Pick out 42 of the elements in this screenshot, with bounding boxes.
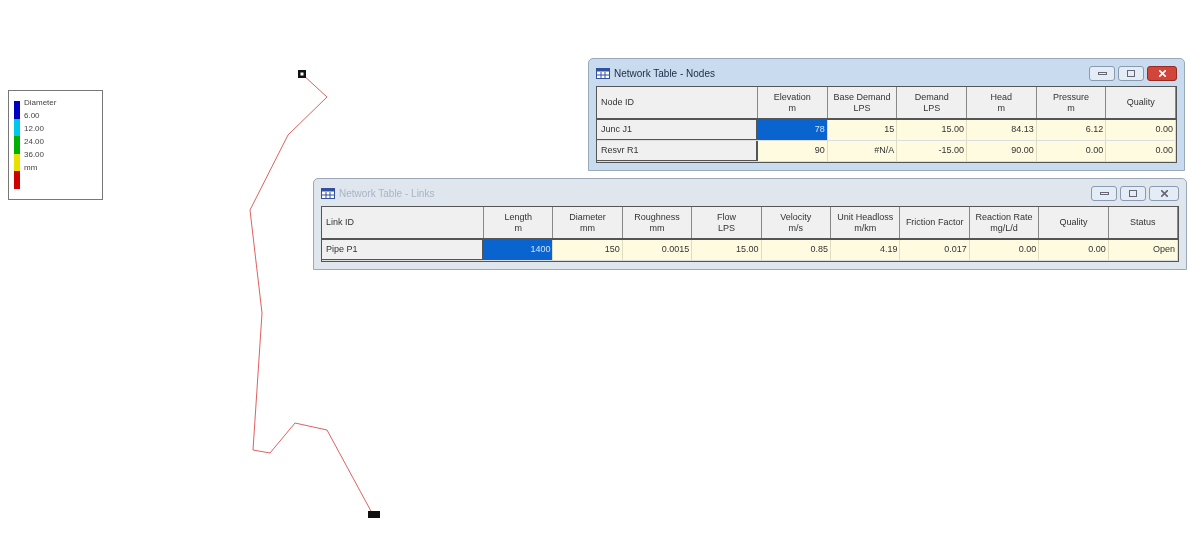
- minimize-button[interactable]: [1091, 185, 1117, 201]
- column-header[interactable]: Link ID: [322, 207, 484, 238]
- column-header[interactable]: Quality: [1039, 207, 1109, 238]
- row-header[interactable]: Pipe P1: [322, 240, 484, 260]
- reservoir-node: [368, 511, 380, 518]
- column-header[interactable]: Base Demand LPS: [827, 87, 898, 118]
- table-icon: [321, 187, 335, 199]
- row-header[interactable]: Junc J1: [597, 120, 758, 140]
- legend-label: 6.00: [24, 110, 41, 122]
- close-button[interactable]: [1149, 185, 1179, 201]
- table-icon: [596, 67, 610, 79]
- maximize-button[interactable]: [1118, 65, 1144, 81]
- minimize-button[interactable]: [1089, 65, 1115, 81]
- table-cell: 78: [758, 120, 828, 140]
- column-header[interactable]: Diameter mm: [553, 207, 623, 238]
- close-icon: [1160, 189, 1168, 197]
- column-header[interactable]: Pressure m: [1036, 87, 1107, 118]
- legend-label: 24.00: [24, 136, 46, 148]
- column-header[interactable]: Quality: [1106, 87, 1177, 118]
- column-header[interactable]: Status: [1108, 207, 1179, 238]
- column-header[interactable]: Reaction Rate mg/L/d: [969, 207, 1040, 238]
- column-header[interactable]: Demand LPS: [897, 87, 967, 118]
- legend-title: Diameter: [24, 97, 57, 109]
- legend-unit: mm: [24, 162, 39, 174]
- maximize-button[interactable]: [1120, 185, 1146, 201]
- column-header[interactable]: Roughness mm: [622, 207, 693, 238]
- column-header[interactable]: Node ID: [597, 87, 758, 118]
- column-header[interactable]: Length m: [484, 207, 554, 238]
- column-header[interactable]: Elevation m: [758, 87, 828, 118]
- column-header[interactable]: Head m: [967, 87, 1037, 118]
- close-icon: [1158, 69, 1166, 77]
- column-header[interactable]: Velocity m/s: [761, 207, 832, 238]
- column-header[interactable]: Unit Headloss m/km: [831, 207, 901, 238]
- close-button[interactable]: [1147, 65, 1177, 81]
- row-header[interactable]: Resvr R1: [597, 141, 758, 161]
- junction-node: [298, 70, 306, 78]
- column-header[interactable]: Friction Factor: [900, 207, 970, 238]
- legend-label: 36.00: [24, 149, 46, 161]
- legend-label: 12.00: [24, 123, 46, 135]
- window-title: Network Table - Nodes: [614, 66, 715, 81]
- table-cell: 1400: [484, 240, 554, 260]
- column-header[interactable]: Flow LPS: [692, 207, 762, 238]
